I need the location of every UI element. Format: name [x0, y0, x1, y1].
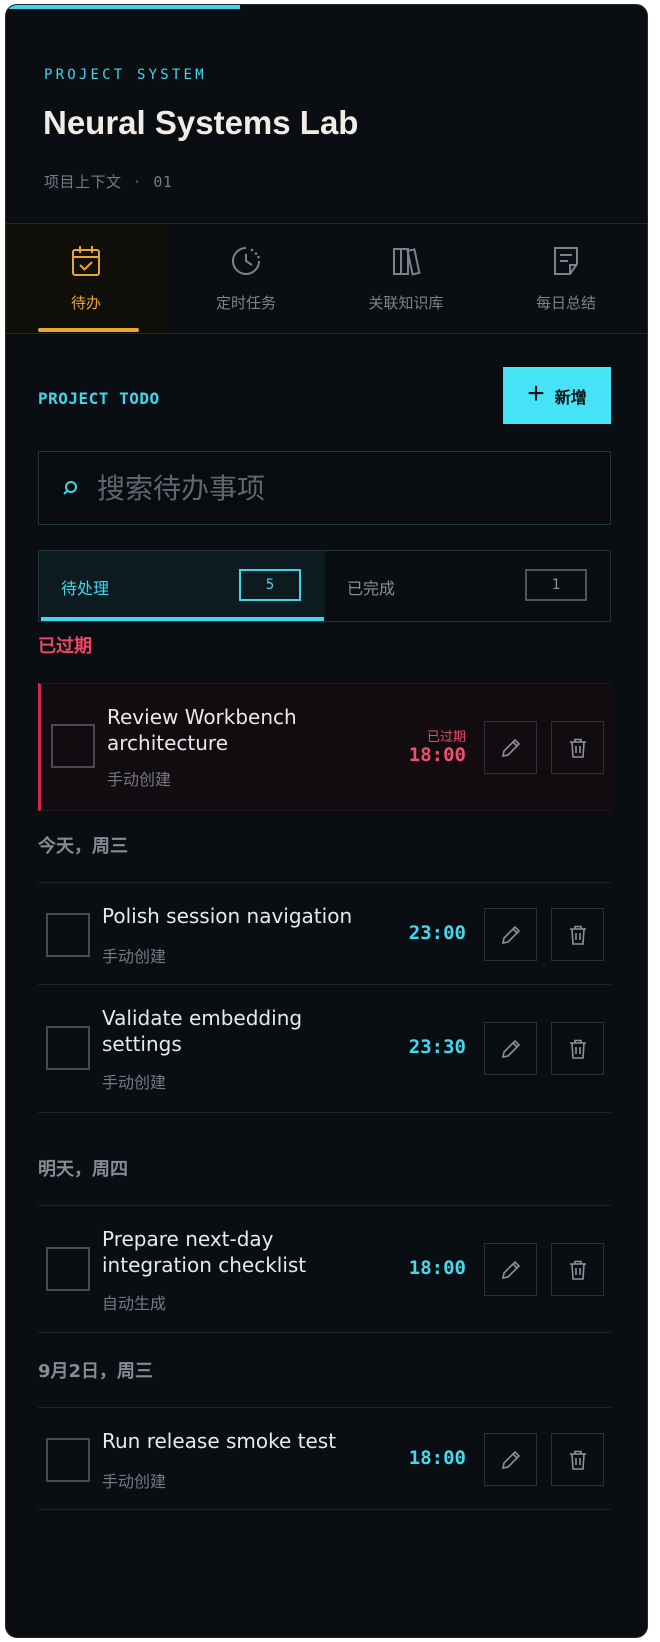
- pencil-icon: [501, 1039, 521, 1059]
- todo-source: 手动创建: [102, 1073, 167, 1092]
- edit-button[interactable]: [484, 1433, 537, 1486]
- todo-row: Prepare next-day integration checklist 自…: [38, 1205, 611, 1333]
- project-subtitle: 项目上下文 · 01: [44, 171, 172, 192]
- pencil-icon: [501, 925, 521, 945]
- todo-row: Run release smoke test 手动创建 18:00: [38, 1407, 611, 1510]
- document-edit-icon: [554, 247, 578, 275]
- filter-pending-label: 待处理: [61, 579, 110, 598]
- search-icon: [63, 481, 77, 495]
- filter-pending[interactable]: 待处理 5: [39, 551, 325, 621]
- group-title-overdue: 已过期: [38, 636, 92, 657]
- subtitle-number: 01: [153, 173, 173, 191]
- todo-title: Prepare next-day integration checklist: [102, 1227, 307, 1277]
- todo-time: 23:00: [408, 922, 466, 944]
- project-header: PROJECT SYSTEM Neural Systems Lab 项目上下文 …: [6, 5, 647, 224]
- active-filter-underline: [41, 617, 324, 621]
- todo-title: Polish session navigation: [102, 904, 353, 928]
- clock-schedule-icon: [232, 247, 260, 275]
- todo-source: 手动创建: [102, 1472, 167, 1491]
- calendar-check-icon: [72, 246, 100, 276]
- delete-button[interactable]: [551, 1243, 604, 1296]
- todo-time: 18:00: [408, 1257, 466, 1279]
- trash-icon: [570, 1039, 586, 1059]
- filter-completed-label: 已完成: [347, 579, 396, 598]
- subtitle-label: 项目上下文: [44, 173, 122, 191]
- add-todo-button[interactable]: + 新增: [503, 367, 611, 424]
- delete-button[interactable]: [551, 1022, 604, 1075]
- delete-button[interactable]: [551, 721, 604, 774]
- todo-time: 23:30: [408, 1036, 466, 1058]
- overdue-tag: 已过期: [426, 730, 466, 745]
- pencil-icon: [501, 1260, 521, 1280]
- todo-checkbox[interactable]: [46, 1438, 90, 1482]
- project-title: Neural Systems Lab: [43, 104, 359, 141]
- active-tab-underline: [38, 328, 139, 332]
- tab-daily-summary-label: 每日总结: [535, 294, 596, 312]
- tab-knowledge-label: 关联知识库: [368, 294, 444, 312]
- trash-icon: [570, 1260, 586, 1280]
- filter-completed-count: 1: [525, 569, 587, 601]
- todo-checkbox[interactable]: [46, 913, 90, 957]
- group-title-tomorrow: 明天，周四: [38, 1159, 128, 1180]
- trash-icon: [570, 738, 586, 758]
- trash-icon: [570, 1450, 586, 1470]
- tab-daily-summary[interactable]: 每日总结: [486, 224, 646, 333]
- plus-icon: +: [527, 377, 545, 410]
- pencil-icon: [501, 738, 521, 758]
- todo-source: 手动创建: [102, 947, 167, 966]
- delete-button[interactable]: [551, 908, 604, 961]
- todo-checkbox[interactable]: [51, 724, 95, 768]
- trash-icon: [570, 925, 586, 945]
- todo-source: 手动创建: [107, 770, 172, 789]
- edit-button[interactable]: [484, 1243, 537, 1296]
- todo-title: Validate embedding settings: [102, 1006, 303, 1056]
- header-eyebrow: PROJECT SYSTEM: [44, 67, 207, 83]
- todo-section-heading: PROJECT TODO: [38, 389, 160, 408]
- edit-button[interactable]: [484, 1022, 537, 1075]
- todo-source: 自动生成: [102, 1294, 167, 1313]
- todo-time: 18:00: [408, 1447, 466, 1469]
- subtitle-separator: ·: [134, 173, 141, 191]
- todo-title: Run release smoke test: [102, 1429, 337, 1453]
- delete-button[interactable]: [551, 1433, 604, 1486]
- status-filter: 待处理 5 已完成 1: [38, 550, 611, 622]
- todo-row: Review Workbench architecture 手动创建 已过期 1…: [38, 683, 611, 811]
- project-panel: PROJECT SYSTEM Neural Systems Lab 项目上下文 …: [5, 4, 648, 1638]
- search-box: [38, 451, 611, 525]
- books-icon: [393, 248, 421, 276]
- todo-checkbox[interactable]: [46, 1026, 90, 1070]
- tab-todo-label: 待办: [70, 294, 101, 312]
- tab-scheduled[interactable]: 定时任务: [166, 224, 326, 333]
- todo-checkbox[interactable]: [46, 1247, 90, 1291]
- tab-todo[interactable]: 待办: [6, 224, 166, 333]
- todo-row: Validate embedding settings 手动创建 23:30: [38, 985, 611, 1113]
- group-title-today: 今天，周三: [38, 836, 128, 857]
- add-todo-label: 新增: [554, 389, 587, 407]
- todo-row: Polish session navigation 手动创建 23:00: [38, 882, 611, 985]
- group-title-sep-2: 9月2日，周三: [38, 1361, 154, 1382]
- tab-scheduled-label: 定时任务: [215, 294, 276, 312]
- tab-bar: 待办 定时任务 关联知识库 每日总结: [6, 224, 647, 334]
- edit-button[interactable]: [484, 908, 537, 961]
- search-input[interactable]: [97, 464, 597, 512]
- todo-time: 18:00: [408, 744, 466, 766]
- filter-pending-count: 5: [239, 569, 301, 601]
- edit-button[interactable]: [484, 721, 537, 774]
- filter-completed[interactable]: 已完成 1: [325, 551, 611, 621]
- tab-knowledge[interactable]: 关联知识库: [326, 224, 486, 333]
- todo-title: Review Workbench architecture: [107, 705, 297, 755]
- pencil-icon: [501, 1450, 521, 1470]
